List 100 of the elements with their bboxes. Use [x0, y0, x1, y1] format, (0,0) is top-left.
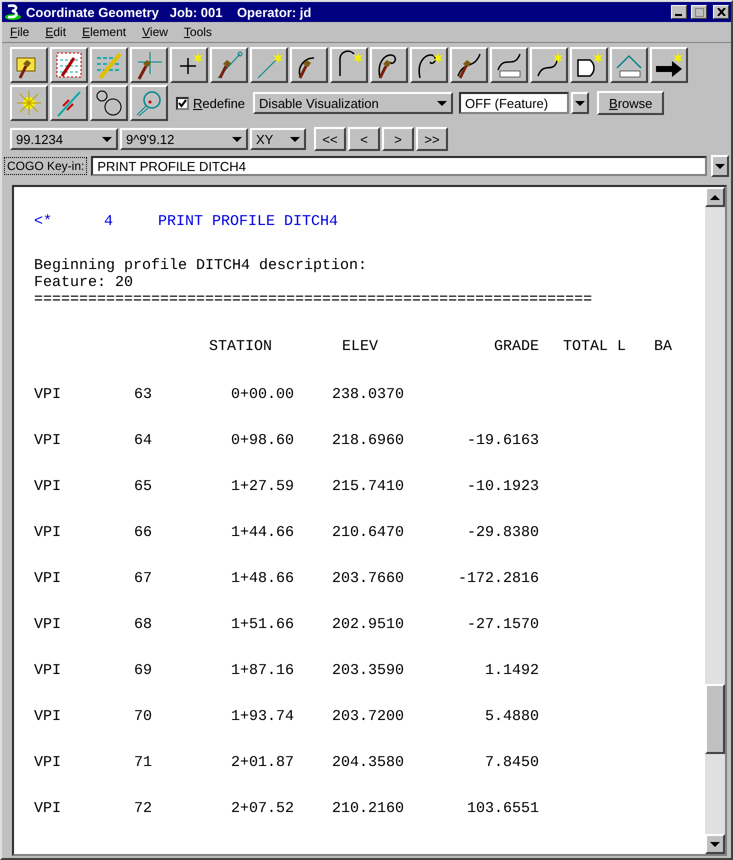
command-number: 4	[104, 213, 114, 230]
toolbar-button[interactable]	[50, 47, 88, 83]
table-cell-text: 1+93.74	[230, 708, 294, 725]
table-cell-text: VPI	[34, 570, 62, 587]
close-button[interactable]	[713, 5, 729, 19]
toolbar-button[interactable]	[610, 47, 648, 83]
table-cell-text: -10.1923	[466, 478, 539, 495]
toolbar-button[interactable]	[130, 85, 168, 121]
table-cell-text: VPI	[34, 662, 62, 679]
distance-dropdown[interactable]: 99.1234	[10, 128, 118, 150]
table-cell-text: 65	[134, 478, 154, 495]
list-pen-icon	[54, 50, 84, 80]
table-cell-text: 66	[134, 524, 154, 541]
toolbar-button[interactable]	[10, 47, 48, 83]
table-cell-text: 202.9510	[330, 616, 404, 633]
command-text: PRINT PROFILE DITCH4	[158, 213, 338, 230]
toolbar-button[interactable]	[290, 47, 328, 83]
table-cell-text: VPI	[34, 708, 62, 725]
checkbox-label: Redefine	[193, 96, 246, 110]
minimize-button[interactable]	[671, 5, 687, 19]
star-burst-icon	[14, 88, 44, 118]
table-cell-text: -172.2816	[456, 570, 539, 587]
table-cell-text: 1+48.66	[230, 570, 294, 587]
table-cell-text: 5.4880	[484, 708, 539, 725]
table-cell-text: 1+27.59	[230, 478, 294, 495]
toolbar-button[interactable]	[90, 85, 128, 121]
navigation-button[interactable]: <<	[314, 127, 346, 151]
scroll-down-button[interactable]	[705, 834, 725, 854]
angle-dropdown[interactable]: 9^9'9.12	[120, 128, 248, 150]
table-cell-text: 203.7660	[330, 570, 404, 587]
toolbar-button[interactable]	[170, 47, 208, 83]
table-cell-text: 1+87.16	[230, 662, 294, 679]
toolbar-button[interactable]	[130, 47, 168, 83]
down-arrow-icon	[710, 842, 720, 846]
table-cell-text: 70	[134, 708, 154, 725]
table-cell-text: VPI	[34, 524, 62, 541]
table-cell-text: 215.7410	[330, 478, 404, 495]
table-cell-text: 68	[134, 616, 154, 633]
table-cell-text: 204.3580	[330, 754, 404, 771]
output-line: Feature: 20	[34, 274, 134, 291]
navigation-button[interactable]: >	[382, 127, 414, 151]
keyin-field[interactable]: PRINT PROFILE DITCH4	[91, 156, 707, 176]
vertical-scrollbar[interactable]	[705, 187, 725, 854]
table-cell-text: 1+51.66	[230, 616, 294, 633]
table-cell-text: 64	[134, 432, 154, 449]
toolbar-button[interactable]	[10, 85, 48, 121]
prompt-marker: <*	[34, 213, 54, 230]
menu-item[interactable]: File	[10, 25, 30, 39]
scroll-thumb[interactable]	[705, 684, 725, 754]
dropdown-button[interactable]	[571, 92, 590, 114]
navigation-button[interactable]: <	[348, 127, 380, 151]
up-arrow-icon	[710, 194, 720, 200]
menu-item[interactable]: Element	[82, 25, 126, 39]
plane-dropdown[interactable]: XY	[250, 128, 306, 150]
caret-icon	[715, 164, 725, 168]
maximize-button[interactable]	[691, 5, 707, 19]
table-cell-text: 0+98.60	[230, 432, 294, 449]
toolbar-button[interactable]	[490, 47, 528, 83]
toolbar-button[interactable]	[90, 47, 128, 83]
table-cell-text: 2+07.52	[230, 800, 294, 817]
toolbar-button[interactable]	[530, 47, 568, 83]
toolbar-button[interactable]	[410, 47, 448, 83]
column-header: BA	[654, 338, 674, 355]
table-cell-text: 63	[134, 386, 154, 403]
navigation-button[interactable]: >>	[416, 127, 448, 151]
scroll-up-button[interactable]	[705, 187, 725, 207]
visualization-dropdown[interactable]: Disable Visualization	[253, 92, 454, 114]
menu-item[interactable]: Edit	[45, 25, 66, 39]
toolbar-button[interactable]	[330, 47, 368, 83]
table-cell-text: VPI	[34, 754, 62, 771]
arrow-spark-icon	[654, 50, 684, 80]
table-cell-text: 103.6551	[466, 800, 539, 817]
table-cell-text: 203.7200	[330, 708, 404, 725]
app-logo-icon	[4, 4, 22, 20]
table-cell-text: 1+44.66	[230, 524, 294, 541]
column-header: ELEV	[340, 338, 379, 355]
keyin-label: COGO Key-in:	[4, 157, 88, 175]
table-cell-text: 1.1492	[484, 662, 539, 679]
table-cell-text: 210.2160	[330, 800, 404, 817]
table-cell-text: 7.8450	[484, 754, 539, 771]
toolbar-button[interactable]	[370, 47, 408, 83]
table-cell-text: -27.1570	[466, 616, 539, 633]
table-cell-text: 203.3590	[330, 662, 404, 679]
redefine-checkbox[interactable]	[176, 96, 189, 110]
toolbar-button[interactable]	[210, 47, 248, 83]
toolbar-button[interactable]	[570, 47, 608, 83]
toolbar-button[interactable]	[650, 47, 688, 83]
browse-button[interactable]: Browse	[597, 91, 664, 115]
separator-line: ==============================================================	[34, 291, 594, 308]
menu-item[interactable]: Tools	[184, 25, 212, 39]
dropdown-button[interactable]	[711, 155, 729, 177]
menu-item[interactable]: View	[142, 25, 168, 39]
table-cell-text: -29.8380	[466, 524, 539, 541]
lines-pencil-icon	[94, 50, 124, 80]
toolbar-button[interactable]	[50, 85, 88, 121]
feature-combo-field[interactable]: OFF (Feature)	[459, 92, 570, 114]
toolbar-button[interactable]	[450, 47, 488, 83]
table-cell-text: 71	[134, 754, 154, 771]
column-header: GRADE	[492, 338, 539, 355]
toolbar-button[interactable]	[250, 47, 288, 83]
